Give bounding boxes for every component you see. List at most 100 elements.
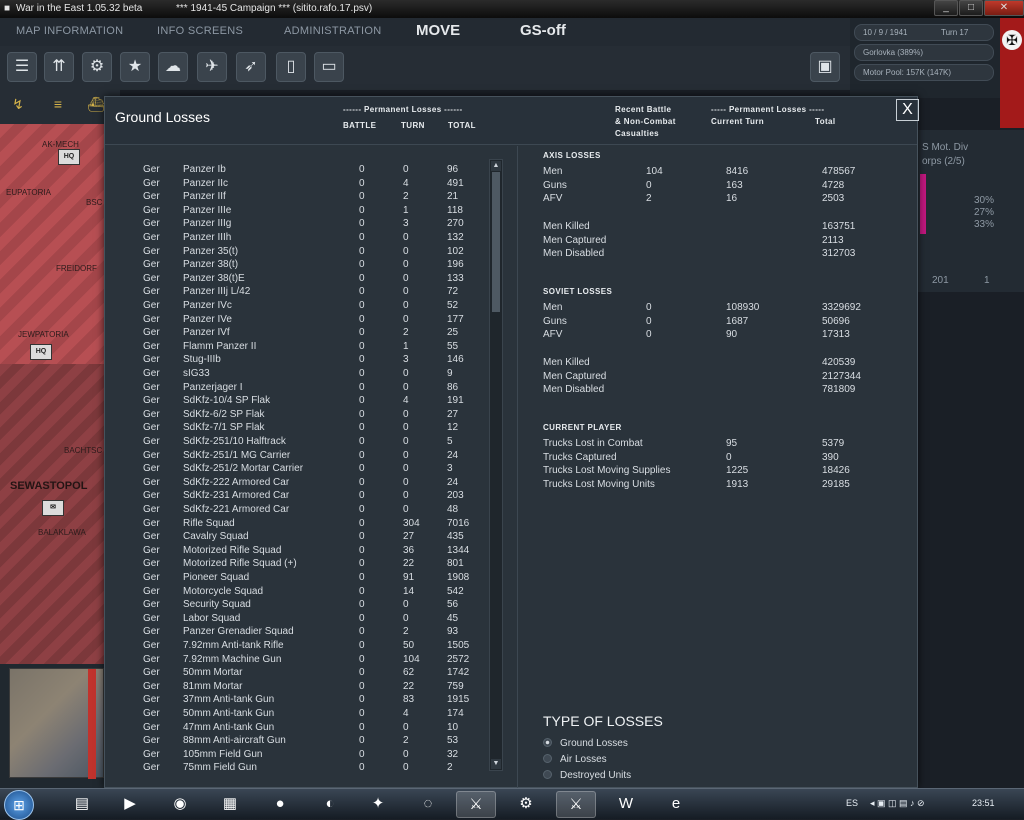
witf-icon[interactable]: ⚔ [456, 791, 496, 818]
star-icon[interactable]: ★ [120, 52, 150, 82]
turn-column-header: TURN [401, 121, 425, 130]
table-row: Ger Pioneer Squad 0 91 1908 [105, 572, 505, 586]
scroll-down-icon[interactable]: ▼ [491, 759, 501, 769]
tray-icons[interactable]: ◂ ▣ ◫ ▤ ♪ ⊘ [870, 798, 925, 809]
unit-bar [920, 174, 926, 234]
fuel-icon[interactable]: ▯ [276, 52, 306, 82]
dialog-header: Ground Losses ------ Permanent Losses --… [105, 97, 919, 145]
unit-counter[interactable]: HQ [58, 149, 80, 165]
radio-icon [543, 770, 552, 779]
cell-name: Pioneer Squad [183, 572, 250, 583]
app-icon[interactable]: ◐ [310, 791, 350, 818]
stat-total: 2113 [822, 235, 844, 246]
taskbar: ⊞ ▤ ▶ ◉ ▦ ● ◐ ✦ ◌ ⚔ ⚙ ⚔ W e ES ◂ ▣ ◫ ▤ ♪… [0, 788, 1024, 820]
recent-header: Recent Battle [615, 105, 672, 114]
scroll-up-icon[interactable]: ▲ [491, 161, 501, 171]
stat-recent: 104 [646, 166, 663, 177]
table-row: Ger Panzer IIIj L/42 0 0 72 [105, 286, 505, 300]
ie-icon[interactable]: e [656, 791, 696, 818]
cell-battle: 0 [359, 395, 365, 407]
steam-icon[interactable]: ⚙ [506, 791, 546, 818]
stat-turn: 90 [726, 329, 738, 341]
cell-total: 56 [447, 599, 459, 611]
cell-battle: 0 [359, 680, 365, 692]
hex-map[interactable]: AK-MECH EUPATORIA FREIDORF JEWPATORIA BA… [0, 124, 104, 664]
aircraft-icon[interactable]: ✈ [197, 52, 227, 82]
rocket-icon[interactable]: ➶ [236, 52, 266, 82]
close-button[interactable]: X [896, 99, 919, 121]
radio-destroyed-units[interactable]: Destroyed Units [543, 770, 631, 781]
ground-losses-list: Ger Panzer Ib 0 0 96 Ger Panzer IIc 0 4 491 Ger Pan… [105, 146, 517, 789]
menu-move[interactable]: MOVE [416, 22, 460, 39]
menu-map-information[interactable]: MAP INFORMATION [16, 25, 123, 37]
scrollbar[interactable]: ▲ ▼ [489, 159, 503, 771]
stat-total: 781809 [822, 384, 856, 395]
cell-battle: 0 [359, 748, 365, 760]
minimap[interactable] [0, 664, 104, 788]
word-icon[interactable]: W [606, 791, 646, 818]
maximize-button[interactable]: □ [959, 0, 983, 16]
cell-name: 105mm Field Gun [183, 748, 263, 760]
cell-total: 203 [447, 490, 464, 502]
cell-turn: 27 [403, 531, 415, 543]
screen-icon[interactable]: ▣ [810, 52, 840, 82]
dialog-title: Ground Losses [115, 109, 210, 125]
window-close-button[interactable]: ✕ [984, 0, 1024, 16]
table-row: Ger SdKfz-251/2 Mortar Carrier 0 0 3 [105, 463, 505, 477]
ps-icon[interactable]: ✦ [358, 791, 398, 818]
cell-total: 542 [447, 585, 464, 597]
cell-battle: 0 [359, 735, 365, 747]
radio-label: Destroyed Units [560, 770, 632, 781]
unit-counter[interactable]: ✉ [42, 500, 64, 516]
recent-header: Casualties [615, 129, 660, 138]
media-player-icon[interactable]: ▶ [110, 791, 150, 818]
minimize-button[interactable]: _ [934, 0, 958, 16]
document-icon[interactable]: ▭ [314, 52, 344, 82]
menu-info-screens[interactable]: INFO SCREENS [157, 25, 243, 37]
cell-turn: 304 [403, 517, 420, 529]
gear-icon[interactable]: ⚙ [82, 52, 112, 82]
unit-counter[interactable]: HQ [30, 344, 52, 360]
stat-total: 312703 [822, 248, 856, 259]
cell-name: Flamm Panzer II [183, 340, 257, 352]
cell-total: 177 [447, 313, 464, 325]
scroll-thumb[interactable] [492, 172, 500, 312]
notes-icon[interactable]: ▦ [210, 791, 250, 818]
cell-battle: 0 [359, 327, 365, 339]
start-button[interactable]: ⊞ [4, 790, 34, 820]
cell-name: SdKfz-251/2 Mortar Carrier [183, 463, 304, 475]
witf-icon[interactable]: ⚔ [556, 791, 596, 818]
media-icon[interactable]: ● [260, 791, 300, 818]
cell-total: 55 [447, 340, 459, 352]
cell-turn: 62 [403, 667, 415, 679]
cell-turn: 0 [403, 232, 409, 243]
menu-gs-off[interactable]: GS-off [520, 22, 566, 39]
cell-name: 7.92mm Machine Gun [183, 653, 282, 665]
cell-name: Panzerjager I [183, 381, 243, 393]
rail-icon[interactable]: ≡ [46, 96, 70, 118]
ccleaner-icon[interactable]: ◌ [408, 791, 448, 818]
path-icon[interactable]: ↯ [6, 96, 30, 118]
cell-name: Panzer IVe [183, 313, 232, 325]
stat-recent: 2 [646, 193, 652, 205]
table-row: Ger Panzer IIIh 0 0 132 [105, 232, 505, 246]
clock[interactable]: 23:51 [972, 798, 995, 808]
cell-name: SdKfz-231 Armored Car [183, 490, 290, 502]
radio-air-losses[interactable]: Air Losses [543, 754, 607, 765]
cell-total: 759 [447, 680, 464, 692]
units-icon[interactable]: ⇈ [44, 52, 74, 82]
chrome-icon[interactable]: ◉ [160, 791, 200, 818]
explorer-icon[interactable]: ▤ [62, 791, 102, 818]
cell-total: 32 [447, 748, 459, 760]
cell-nat: Ger [143, 164, 160, 175]
cell-name: Panzer IVc [183, 300, 232, 311]
cell-turn: 0 [403, 259, 409, 271]
language-indicator[interactable]: ES [846, 798, 858, 808]
stat-total: 420539 [822, 357, 856, 368]
stat-label: Men Captured [543, 371, 607, 382]
menu-administration[interactable]: ADMINISTRATION [284, 25, 382, 37]
layers-icon[interactable]: ☰ [7, 52, 37, 82]
radio-ground-losses[interactable]: Ground Losses [543, 738, 628, 749]
cell-battle: 0 [359, 408, 365, 420]
weather-icon[interactable]: ☁ [158, 52, 188, 82]
